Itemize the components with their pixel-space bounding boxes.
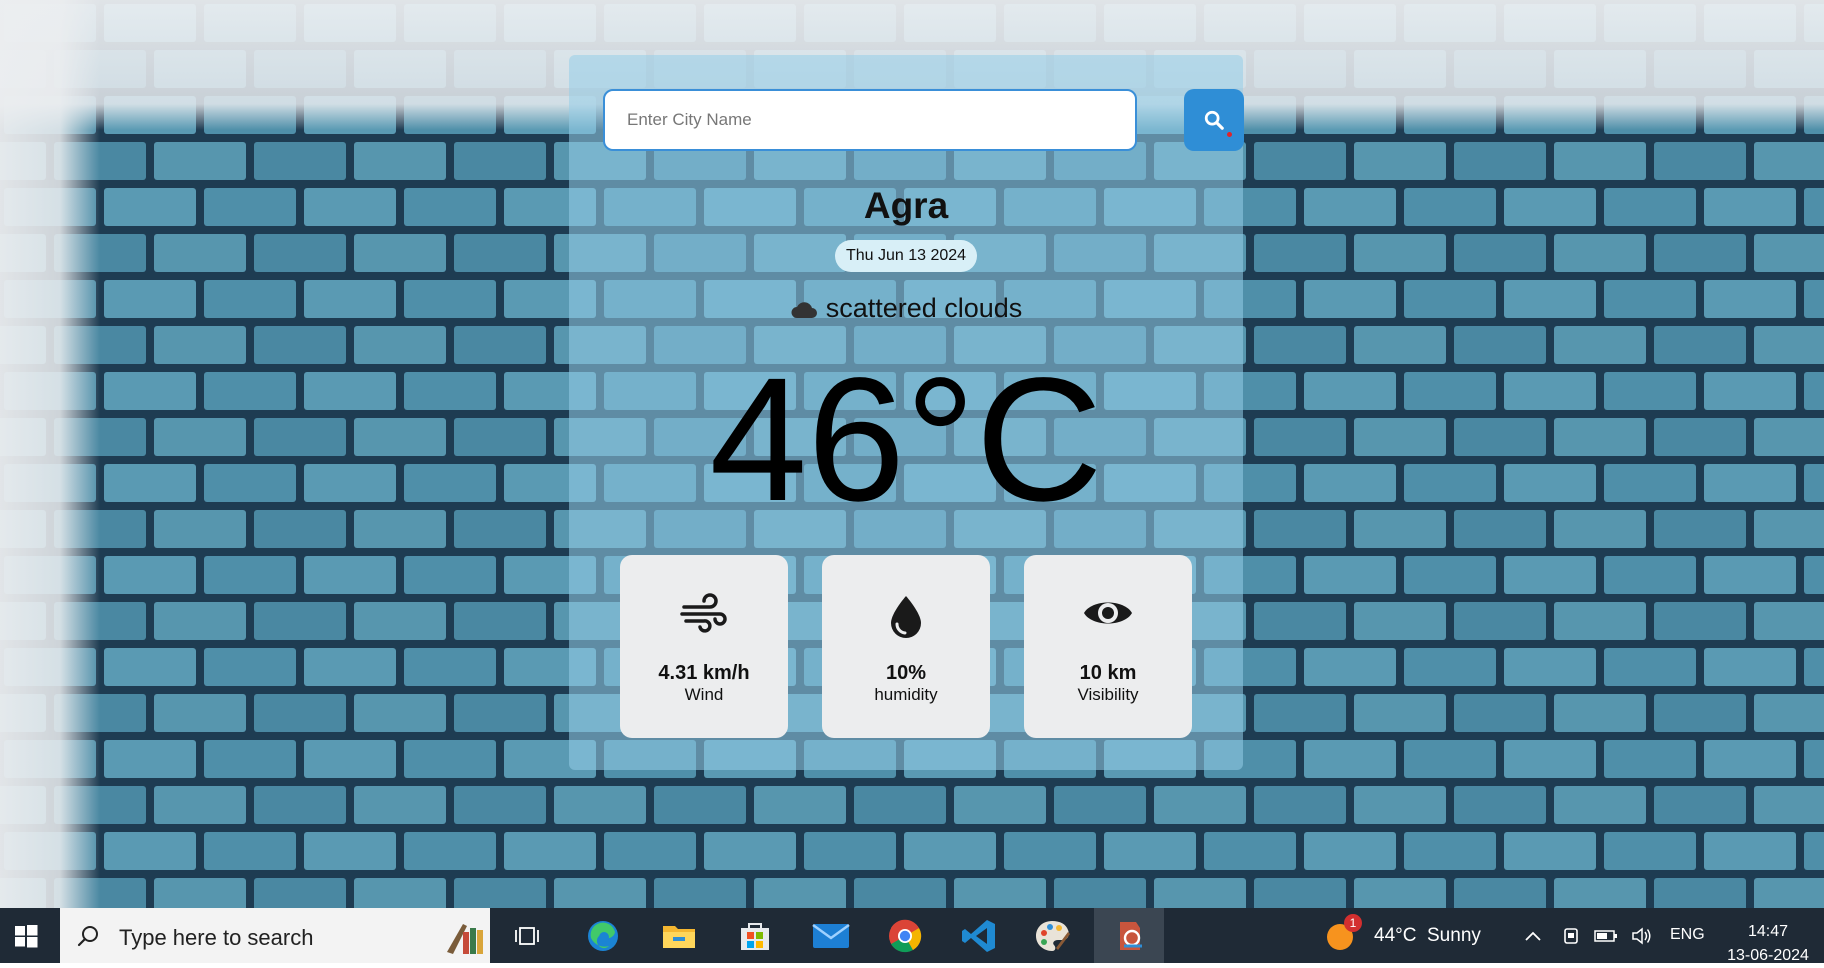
- store-icon: [741, 922, 769, 950]
- temperature: 46°C: [709, 342, 1103, 538]
- mail-button[interactable]: [796, 908, 866, 963]
- visibility-value: 10 km: [1079, 662, 1137, 684]
- battery-button[interactable]: [1590, 908, 1622, 963]
- date-badge: Thu Jun 13 2024: [834, 240, 978, 272]
- language-indicator[interactable]: ENG: [1670, 926, 1705, 944]
- droplet-icon: [891, 596, 921, 638]
- weather-badge: 1: [1344, 913, 1362, 932]
- device-icon: [1564, 927, 1578, 944]
- taskbar-search-placeholder: Type here to search: [119, 925, 314, 950]
- weather-description: scattered clouds: [569, 293, 1243, 324]
- search-icon: [1204, 110, 1224, 130]
- wind-value: 4.31 km/h: [658, 662, 750, 684]
- battery-icon: [1594, 929, 1617, 942]
- file-explorer-button[interactable]: [644, 908, 714, 963]
- search-bar: [603, 89, 1244, 151]
- chevron-up-icon: [1525, 931, 1541, 941]
- cloud-icon: [791, 301, 817, 318]
- taskbar-search-box[interactable]: Type here to search: [60, 908, 490, 963]
- meet-now-button[interactable]: [1556, 908, 1586, 963]
- active-app-button[interactable]: [1094, 908, 1164, 963]
- start-button[interactable]: [0, 908, 52, 963]
- desktop-wallpaper: Agra Thu Jun 13 2024 scattered clouds 46…: [0, 0, 1824, 908]
- wind-label: Wind: [684, 685, 724, 704]
- humidity-value: 10%: [885, 662, 927, 684]
- active-app-icon: [1120, 921, 1142, 950]
- vscode-icon: [962, 919, 995, 952]
- store-button[interactable]: [720, 908, 790, 963]
- clock-time: 14:47: [1747, 923, 1789, 940]
- chrome-button[interactable]: [870, 908, 940, 963]
- volume-button[interactable]: [1626, 908, 1658, 963]
- edge-icon: [588, 920, 618, 951]
- windows-icon: [15, 924, 38, 947]
- vscode-button[interactable]: [944, 908, 1014, 963]
- clock[interactable]: 14:47 13-06-2024: [1718, 920, 1818, 968]
- visibility-card: 10 km Visibility: [1024, 555, 1192, 738]
- cursor-dot: [1227, 132, 1232, 137]
- taskbar-weather-widget[interactable]: 1 44°C Sunny: [1324, 908, 1481, 963]
- paint-button[interactable]: [1018, 908, 1088, 963]
- edge-button[interactable]: [568, 908, 638, 963]
- eye-icon: [1084, 602, 1132, 624]
- visibility-label: Visibility: [1077, 685, 1139, 704]
- wall-painted-left: [0, 0, 100, 908]
- mail-icon: [812, 923, 850, 948]
- clock-date: 13-06-2024: [1727, 947, 1809, 964]
- file-explorer-icon: [663, 925, 695, 948]
- search-highlight-icon: [447, 924, 483, 954]
- city-name: Agra: [863, 185, 949, 226]
- search-button[interactable]: [1184, 89, 1244, 151]
- humidity-label: humidity: [874, 685, 938, 704]
- chrome-icon: [889, 919, 922, 952]
- search-icon: [77, 926, 98, 947]
- weather-card: Agra Thu Jun 13 2024 scattered clouds 46…: [569, 55, 1244, 770]
- speaker-icon: [1632, 926, 1651, 945]
- humidity-card: 10% humidity: [822, 555, 990, 738]
- task-view-button[interactable]: [492, 908, 562, 963]
- taskbar: Type here to search 1 44°C Sunny ENG 14:…: [0, 908, 1824, 964]
- taskbar-weather-text: 44°C Sunny: [1374, 924, 1481, 946]
- paint-icon: [1036, 920, 1070, 951]
- wind-icon: [680, 593, 727, 633]
- description-text: scattered clouds: [825, 293, 1023, 323]
- city-search-input[interactable]: [603, 89, 1137, 151]
- show-hidden-icons-button[interactable]: [1518, 908, 1548, 963]
- task-view-icon: [515, 926, 539, 945]
- wind-card: 4.31 km/h Wind: [620, 555, 788, 738]
